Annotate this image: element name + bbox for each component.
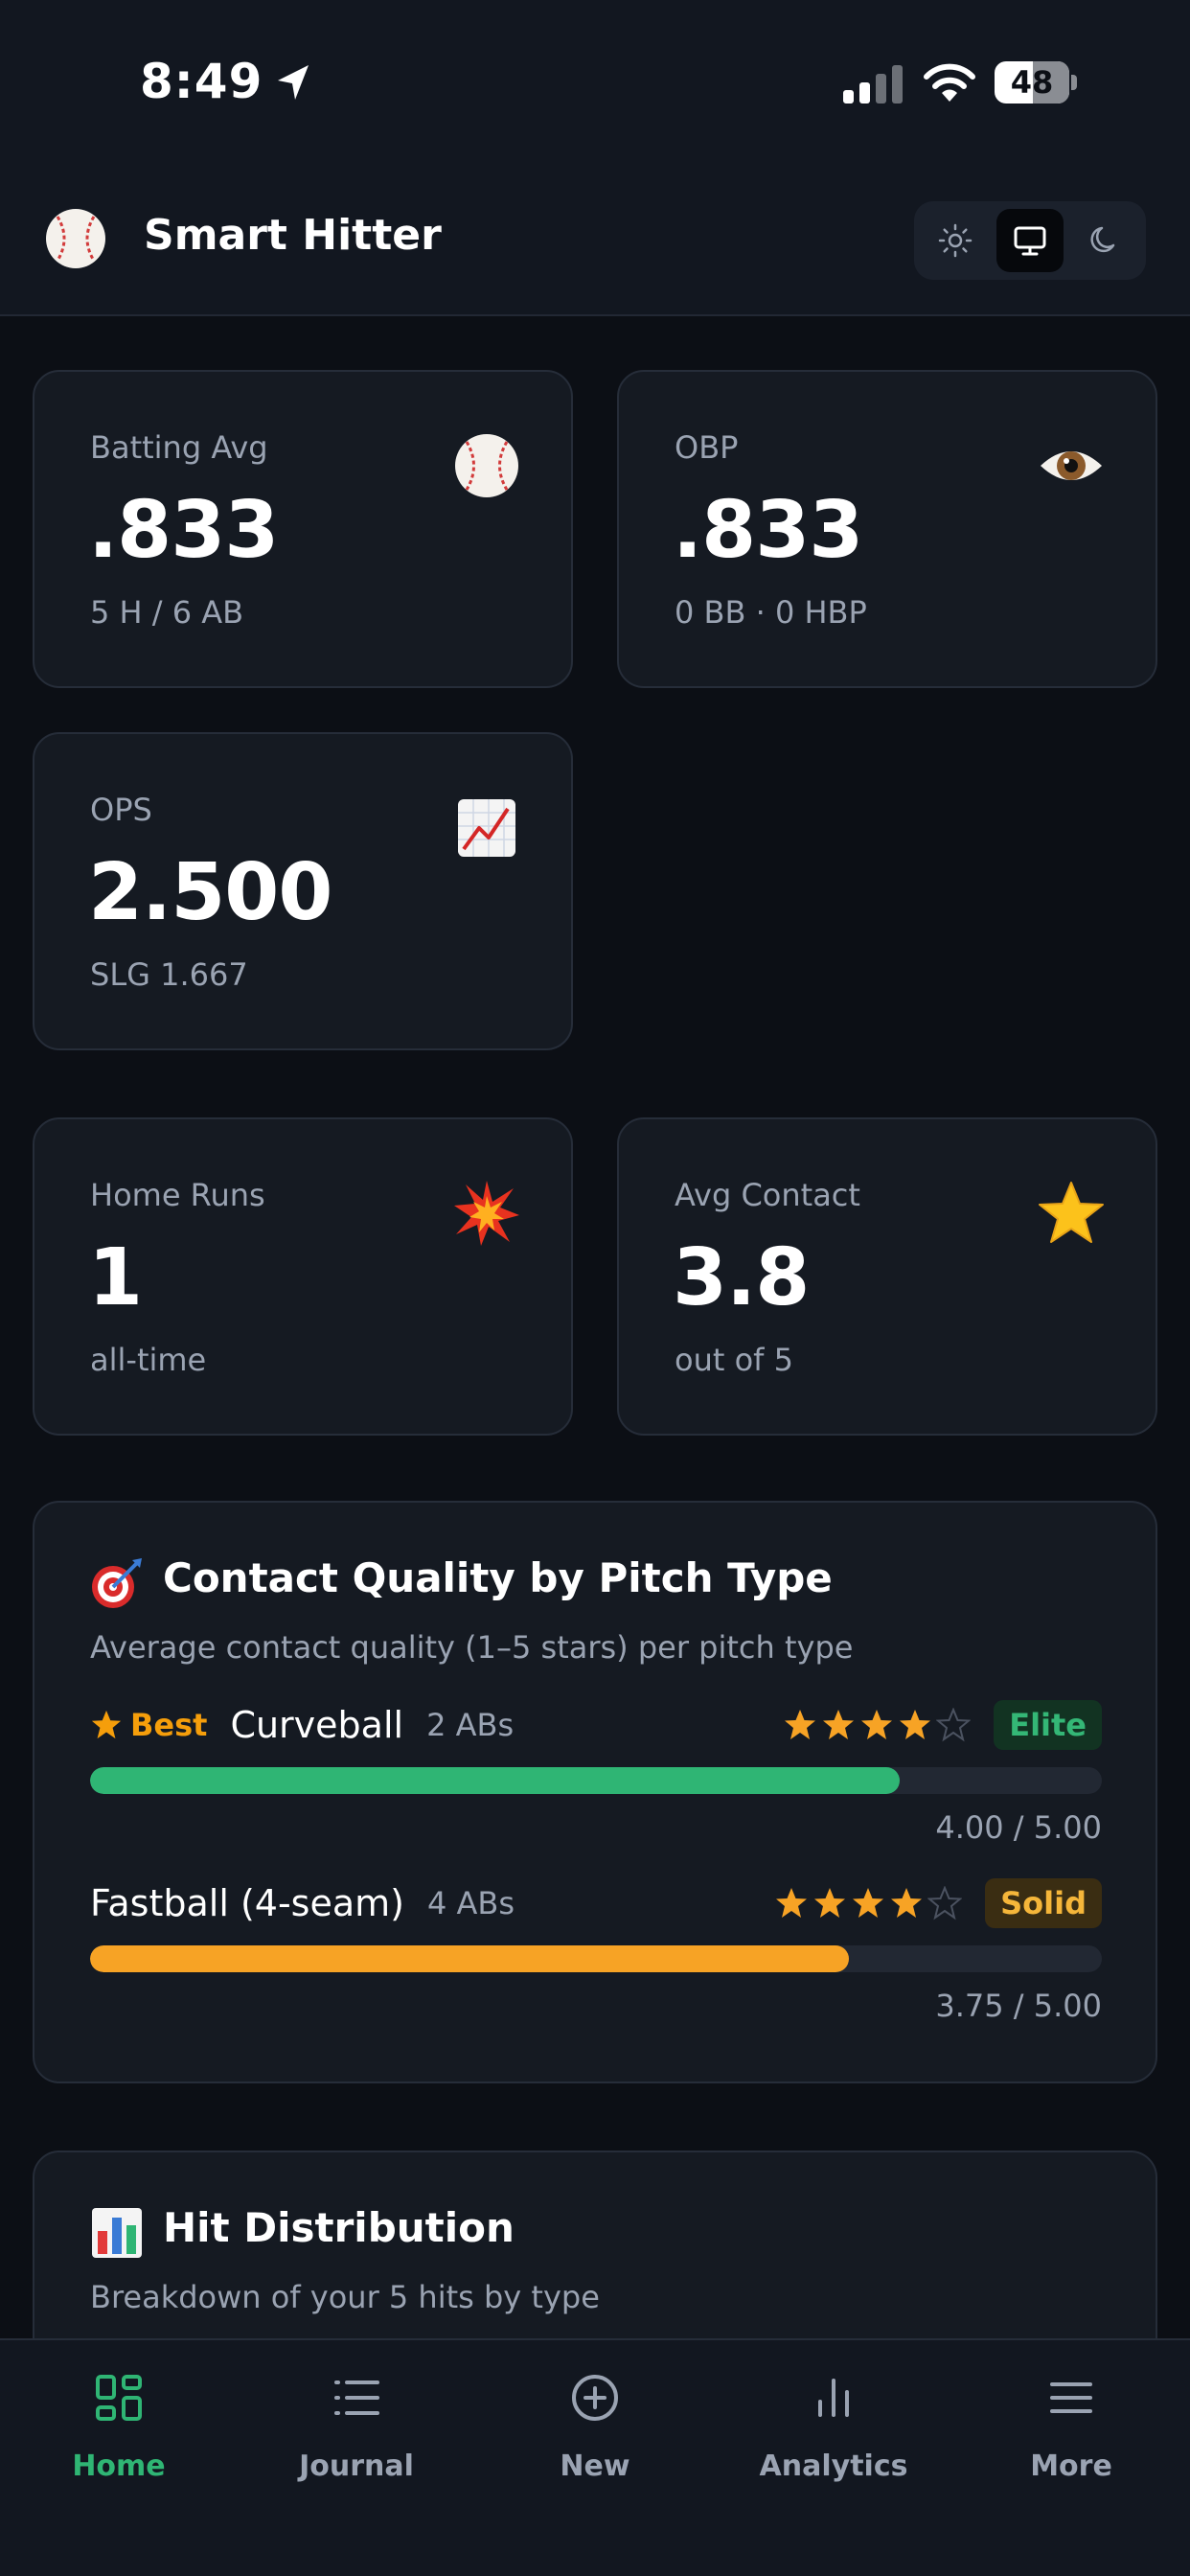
battery-indicator: 48 <box>995 61 1077 104</box>
monitor-icon <box>1014 226 1046 256</box>
nav-label: New <box>560 2450 630 2483</box>
star-filled-icon <box>814 1888 846 1918</box>
nav-item-journal[interactable]: Journal <box>261 2363 452 2488</box>
pitch-name: Fastball (4-seam) <box>90 1882 404 1924</box>
theme-dark-button[interactable] <box>1071 209 1138 272</box>
pitch-row-curveball[interactable]: Best Curveball 2 ABs Elite 4.00 / 5.00 <box>90 1696 1102 1869</box>
contact-score: 3.75 / 5.00 <box>935 1988 1102 2024</box>
pitch-abs: 2 ABs <box>426 1707 515 1743</box>
star-filled-icon <box>785 1710 816 1739</box>
home-runs-card[interactable]: Home Runs 1 all-time <box>33 1117 573 1436</box>
eye-icon <box>1041 451 1102 480</box>
star-filled-icon <box>861 1710 893 1739</box>
star-filled-icon <box>823 1710 855 1739</box>
sun-icon <box>938 223 973 258</box>
nav-item-new[interactable]: New <box>499 2363 691 2488</box>
stat-sub: out of 5 <box>675 1342 793 1378</box>
star-rating <box>783 1708 972 1742</box>
menu-icon <box>1050 2382 1092 2413</box>
best-badge: Best <box>90 1707 207 1743</box>
pitch-abs: 4 ABs <box>426 1885 515 1921</box>
bar-chart-icon <box>818 2379 849 2417</box>
star-filled-icon <box>891 1888 923 1918</box>
nav-label: Analytics <box>759 2450 908 2483</box>
theme-toggle <box>914 201 1146 280</box>
contact-bar <box>90 1945 1102 1972</box>
app-screen: 8:49 48 Smart Hitter Batting Avg .833 5 … <box>0 0 1190 2576</box>
stat-value: 3.8 <box>673 1232 810 1323</box>
grade-badge: Solid <box>985 1878 1102 1928</box>
stat-label: OBP <box>675 429 739 466</box>
nav-label: Journal <box>299 2450 414 2483</box>
panel-title: Contact Quality by Pitch Type <box>163 1554 833 1601</box>
app-title: Smart Hitter <box>144 211 442 260</box>
stat-sub: 0 BB · 0 HBP <box>675 594 867 631</box>
contact-bar <box>90 1767 1102 1794</box>
bottom-nav: Home Journal New Analytics More <box>0 2338 1190 2576</box>
stat-value: .833 <box>88 485 279 576</box>
explosion-icon <box>454 1181 519 1246</box>
chart-up-icon <box>458 799 515 857</box>
grade-badge: Elite <box>994 1700 1102 1750</box>
stat-label: OPS <box>90 792 152 828</box>
stat-sub: 5 H / 6 AB <box>90 594 244 631</box>
battery-level: 48 <box>1010 64 1054 101</box>
stat-value: 1 <box>88 1232 143 1323</box>
stat-label: Home Runs <box>90 1177 265 1213</box>
star-filled-icon <box>900 1710 931 1739</box>
avg-contact-card[interactable]: Avg Contact 3.8 out of 5 <box>617 1117 1157 1436</box>
pitch-row-fastball[interactable]: Fastball (4-seam) 4 ABs Solid 3.75 / 5.0… <box>90 1874 1102 2047</box>
nav-label: More <box>1030 2450 1112 2483</box>
status-bar: 8:49 48 <box>0 0 1190 163</box>
stat-label: Batting Avg <box>90 429 268 466</box>
panel-subtitle: Average contact quality (1–5 stars) per … <box>90 1629 854 1666</box>
ops-card[interactable]: OPS 2.500 SLG 1.667 <box>33 732 573 1050</box>
contact-bar-fill <box>90 1945 849 1972</box>
nav-item-more[interactable]: More <box>975 2363 1167 2488</box>
cellular-signal-icon <box>843 65 903 104</box>
star-filled-icon <box>776 1888 808 1918</box>
wifi-icon <box>924 63 975 102</box>
contact-score: 4.00 / 5.00 <box>935 1809 1102 1846</box>
stat-label: Avg Contact <box>675 1177 860 1213</box>
pitch-name: Curveball <box>230 1704 404 1746</box>
nav-item-home[interactable]: Home <box>23 2363 215 2488</box>
nav-item-analytics[interactable]: Analytics <box>738 2363 929 2488</box>
plus-circle-icon <box>572 2375 618 2421</box>
stat-value: .833 <box>673 485 863 576</box>
panel-title: Hit Distribution <box>163 2204 515 2251</box>
status-time: 8:49 <box>140 54 263 109</box>
list-icon <box>334 2380 379 2415</box>
panel-subtitle: Breakdown of your 5 hits by type <box>90 2279 600 2315</box>
obp-card[interactable]: OBP .833 0 BB · 0 HBP <box>617 370 1157 688</box>
stat-sub: all-time <box>90 1342 207 1378</box>
theme-light-button[interactable] <box>922 209 989 272</box>
baseball-icon <box>455 434 518 497</box>
stat-sub: SLG 1.667 <box>90 956 248 993</box>
star-filled-icon <box>853 1888 884 1918</box>
grid-icon <box>96 2375 142 2421</box>
bar-chart-icon <box>92 2208 142 2258</box>
star-empty-icon <box>936 1708 972 1742</box>
contact-quality-panel: Contact Quality by Pitch Type Average co… <box>33 1501 1157 2083</box>
stat-value: 2.500 <box>88 847 332 938</box>
moon-icon <box>1090 226 1115 253</box>
star-icon <box>91 1710 122 1739</box>
location-arrow-icon <box>278 65 309 100</box>
baseball-icon <box>46 209 105 268</box>
star-rating <box>774 1886 963 1920</box>
app-header: Smart Hitter <box>0 163 1190 316</box>
star-icon <box>1039 1182 1104 1243</box>
contact-bar-fill <box>90 1767 900 1794</box>
theme-system-button[interactable] <box>996 209 1064 272</box>
best-label: Best <box>130 1707 208 1743</box>
star-empty-icon <box>927 1886 963 1920</box>
target-icon <box>92 1558 142 1608</box>
batting-avg-card[interactable]: Batting Avg .833 5 H / 6 AB <box>33 370 573 688</box>
nav-label: Home <box>72 2450 166 2483</box>
